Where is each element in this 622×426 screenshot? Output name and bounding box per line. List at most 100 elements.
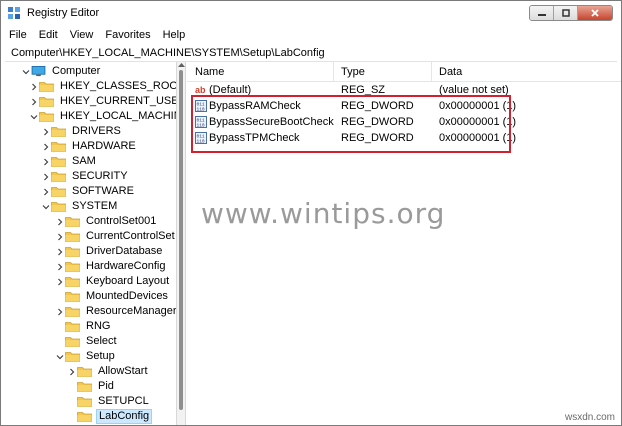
tree-item[interactable]: CurrentControlSet (55, 229, 176, 244)
tree-expander (67, 394, 77, 409)
folder-icon (65, 247, 80, 257)
chevron-right-icon (44, 128, 49, 135)
tree-item-label: Setup (86, 350, 115, 362)
tree-item[interactable]: AllowStart (67, 364, 150, 379)
tree-expander[interactable] (41, 154, 51, 169)
restore-icon (561, 9, 570, 17)
menu-view[interactable]: View (70, 29, 94, 41)
tree-item-label: ControlSet001 (86, 215, 157, 227)
menu-help[interactable]: Help (163, 29, 186, 41)
minimize-icon (537, 14, 546, 16)
tree-item[interactable]: SOFTWARE (41, 184, 136, 199)
tree-item[interactable]: Computer (21, 64, 102, 79)
tree-expander[interactable] (55, 304, 65, 319)
tree-expander (67, 379, 77, 394)
window-title: Registry Editor (27, 7, 100, 19)
tree-item[interactable]: LabConfig (67, 409, 153, 424)
tree-scrollbar-thumb[interactable] (179, 70, 183, 410)
tree-item[interactable]: RNG (55, 319, 112, 334)
tree-item[interactable]: HardwareConfig (55, 259, 167, 274)
tree-expander[interactable] (55, 259, 65, 274)
folder-icon (51, 142, 66, 152)
folder-icon (65, 232, 80, 242)
tree-expander[interactable] (41, 199, 51, 214)
chevron-right-icon (44, 143, 49, 150)
tree-expander (55, 334, 65, 349)
folder-icon (77, 382, 92, 392)
tree-expander (55, 319, 65, 334)
tree-expander[interactable] (55, 349, 65, 364)
tree-item[interactable]: HKEY_CURRENT_USER (29, 94, 177, 109)
tree-item[interactable]: SYSTEM (41, 199, 119, 214)
maximize-button[interactable] (554, 6, 578, 20)
tree-expander[interactable] (41, 169, 51, 184)
tree-expander[interactable] (55, 274, 65, 289)
menu-favorites[interactable]: Favorites (105, 29, 150, 41)
tree-expander[interactable] (41, 124, 51, 139)
folder-icon (77, 397, 92, 407)
menu-file[interactable]: File (9, 29, 27, 41)
tree-expander[interactable] (67, 364, 77, 379)
tree-expander[interactable] (55, 424, 65, 425)
tree-item-label: HKEY_LOCAL_MACHINE (60, 110, 177, 122)
folder-icon (77, 367, 92, 377)
tree-item[interactable]: ResourceManager (55, 304, 177, 319)
tree-expander (67, 409, 77, 424)
tree-item-label: MountedDevices (86, 290, 168, 302)
tree-expander[interactable] (41, 139, 51, 154)
tree-item[interactable]: HKEY_CLASSES_ROOT (29, 79, 176, 94)
column-data-header[interactable]: Data (439, 66, 462, 78)
tree-item[interactable]: MountedDevices (55, 289, 170, 304)
tree-item[interactable]: Setup (55, 349, 117, 364)
tree-item[interactable]: HARDWARE (41, 139, 138, 154)
folder-icon (65, 292, 80, 302)
tree-item-label: HKEY_CURRENT_USER (60, 95, 177, 107)
address-bar[interactable]: Computer\HKEY_LOCAL_MACHINE\SYSTEM\Setup… (5, 44, 617, 62)
tree-item-label: ResourceManager (86, 305, 177, 317)
tree-item-label: RNG (86, 320, 111, 332)
tree-item[interactable]: SECURITY (41, 169, 130, 184)
tree-expander[interactable] (29, 109, 39, 124)
key-tree[interactable]: Computer HKEY_CLASSES_ROOT HKEY_CURRENT_US… (1, 62, 177, 425)
tree-item[interactable]: SETUPCL (67, 394, 151, 409)
title-bar[interactable]: Registry Editor (1, 1, 621, 25)
folder-icon (39, 97, 54, 107)
registry-editor-window: Registry Editor File Edit View Favorites… (0, 0, 622, 426)
tree-expander[interactable] (55, 244, 65, 259)
tree-item[interactable]: HKEY_LOCAL_MACHINE (29, 109, 177, 124)
tree-item[interactable]: Keyboard Layout (55, 274, 171, 289)
tree-item-label: LabConfig (96, 409, 153, 424)
tree-expander[interactable] (21, 64, 31, 79)
tree-item-label: SAM (72, 155, 96, 167)
tree-expander[interactable] (41, 184, 51, 199)
minimize-button[interactable] (530, 6, 554, 20)
tree-expander[interactable] (55, 214, 65, 229)
tree-item-label: SECURITY (72, 170, 128, 182)
tree-scrollbar[interactable] (177, 62, 186, 425)
chevron-right-icon (58, 233, 63, 240)
tree-item-label: CurrentControlSet (86, 230, 175, 242)
chevron-right-icon (58, 278, 63, 285)
tree-item[interactable]: SAM (41, 154, 98, 169)
tree-item-label: SOFTWARE (72, 185, 134, 197)
tree-item[interactable]: Select (55, 334, 119, 349)
folder-icon (65, 277, 80, 287)
tree-item[interactable]: DriverDatabase (55, 244, 164, 259)
tree-item[interactable]: Softw (55, 424, 116, 425)
column-separator[interactable] (431, 62, 432, 82)
column-separator[interactable] (333, 62, 334, 82)
tree-expander[interactable] (55, 229, 65, 244)
scroll-up-arrow-icon[interactable] (178, 62, 185, 68)
tree-item[interactable]: Pid (67, 379, 116, 394)
tree-item-label: Select (86, 335, 117, 347)
tree-expander[interactable] (29, 94, 39, 109)
tree-expander[interactable] (29, 79, 39, 94)
tree-item[interactable]: ControlSet001 (55, 214, 158, 229)
menu-edit[interactable]: Edit (39, 29, 58, 41)
list-header: Name Type Data (187, 62, 621, 82)
column-type-header[interactable]: Type (341, 66, 365, 78)
column-name-header[interactable]: Name (195, 66, 224, 78)
close-button[interactable] (578, 6, 612, 20)
tree-item[interactable]: DRIVERS (41, 124, 123, 139)
menu-bar: File Edit View Favorites Help (1, 26, 621, 44)
